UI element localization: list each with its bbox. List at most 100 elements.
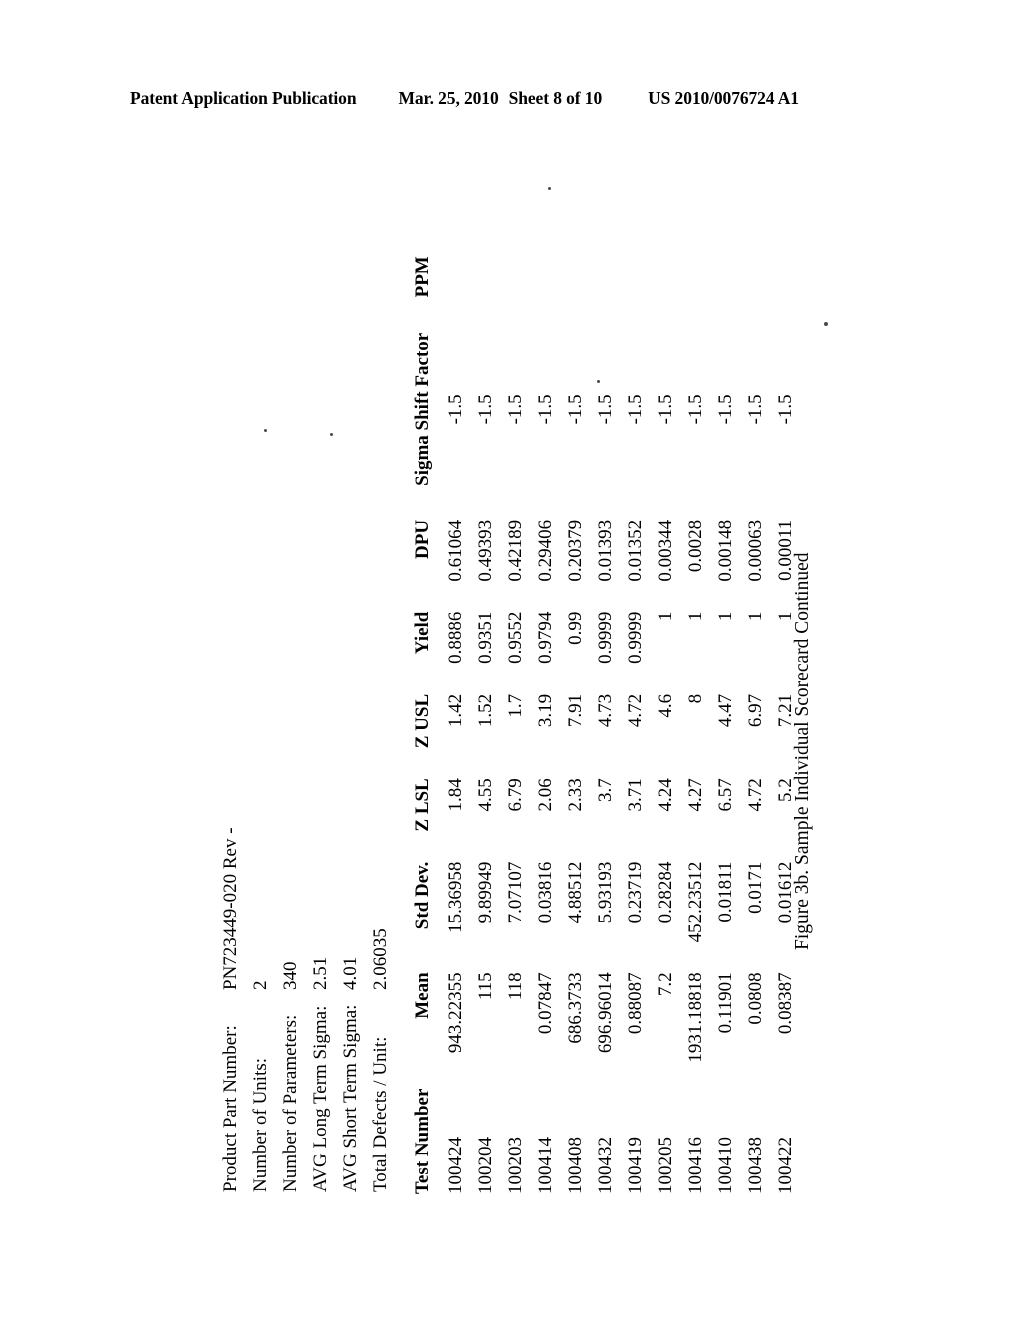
table-row: 100408 686.3733 4.88512 2.33 7.91 0.99 0… <box>561 251 591 1204</box>
summary-value: PN723449-020 Rev - <box>220 827 241 990</box>
summary-value: 2 <box>250 980 271 991</box>
cell-z-usl: 1.7 <box>505 693 526 718</box>
cell-mean: 0.88087 <box>625 972 646 1035</box>
cell-test-number: 100438 <box>745 1137 766 1194</box>
summary-label: AVG Short Term Sigma: <box>340 1004 361 1192</box>
cell-std-dev: 4.88512 <box>565 861 586 924</box>
cell-z-lsl: 4.24 <box>655 778 676 812</box>
cell-yield: 1 <box>655 611 676 622</box>
cell-mean: 115 <box>475 972 496 1001</box>
cell-test-number: 100410 <box>715 1137 736 1194</box>
table-row: 100416 1931.18818 452.23512 4.27 8 1 0.0… <box>681 251 711 1204</box>
cell-sigma-shift-factor: -1.5 <box>745 394 766 425</box>
table-row: 100410 0.11901 0.01811 6.57 4.47 1 0.001… <box>711 251 741 1204</box>
cell-mean: 0.07847 <box>535 972 556 1035</box>
cell-z-usl: 3.19 <box>535 693 556 728</box>
cell-dpu: 0.00148 <box>715 519 736 582</box>
cell-z-usl: 8 <box>685 693 706 704</box>
column-header-yield: Yield <box>412 611 433 655</box>
column-header-std-dev: Std Dev. <box>412 861 433 930</box>
cell-dpu: 0.61064 <box>445 519 466 582</box>
cell-std-dev: 0.28284 <box>655 861 676 924</box>
cell-test-number: 100205 <box>655 1137 676 1194</box>
cell-z-lsl: 2.06 <box>535 778 556 812</box>
cell-dpu: 0.42189 <box>505 519 526 582</box>
cell-ppm <box>681 251 711 303</box>
cell-ppm <box>651 251 681 303</box>
cell-z-lsl: 6.79 <box>505 778 526 812</box>
cell-test-number: 100408 <box>565 1137 586 1194</box>
cell-std-dev: 0.01811 <box>715 861 736 923</box>
cell-ppm <box>501 251 531 303</box>
table-row: 100419 0.88087 0.23719 3.71 4.72 0.9999 … <box>621 251 651 1204</box>
cell-std-dev: 9.89949 <box>475 861 496 924</box>
table-row: 100203 118 7.07107 6.79 1.7 0.9552 0.421… <box>501 251 531 1204</box>
cell-sigma-shift-factor: -1.5 <box>655 394 676 425</box>
column-header-z-lsl: Z LSL <box>412 778 433 832</box>
figure-caption: Figure 3b. Sample Individual Scorecard C… <box>792 552 813 950</box>
scan-speckle <box>264 429 267 432</box>
cell-yield: 0.9794 <box>535 611 556 664</box>
cell-dpu: 0.01352 <box>625 519 646 582</box>
cell-z-usl: 4.73 <box>595 693 616 728</box>
cell-sigma-shift-factor: -1.5 <box>475 394 496 425</box>
cell-z-lsl: 3.7 <box>595 778 616 803</box>
cell-std-dev: 15.36958 <box>445 861 466 933</box>
cell-sigma-shift-factor: -1.5 <box>565 394 586 425</box>
summary-value: 2.06035 <box>370 928 391 990</box>
cell-test-number: 100424 <box>445 1137 466 1194</box>
cell-z-lsl: 1.84 <box>445 778 466 812</box>
publication-date: Mar. 25, 2010 <box>398 88 499 108</box>
cell-mean: 0.08387 <box>775 972 796 1035</box>
scorecard-table-body: 100424 943.22355 15.36958 1.84 1.42 0.88… <box>441 251 801 1204</box>
cell-dpu: 0.0028 <box>685 519 706 573</box>
cell-test-number: 100204 <box>475 1137 496 1194</box>
cell-std-dev: 0.03816 <box>535 861 556 924</box>
cell-ppm <box>561 251 591 303</box>
scan-speckle <box>597 380 600 383</box>
column-header-sigma-shift-factor: Sigma Shift Factor <box>412 332 433 486</box>
cell-mean: 7.2 <box>655 972 676 997</box>
column-header-mean: Mean <box>412 972 433 1019</box>
summary-value: 340 <box>280 961 301 991</box>
column-header-z-usl: Z USL <box>412 693 433 749</box>
cell-sigma-shift-factor: -1.5 <box>595 394 616 425</box>
table-row: 100414 0.07847 0.03816 2.06 3.19 0.9794 … <box>531 251 561 1204</box>
cell-ppm <box>531 251 561 303</box>
cell-ppm <box>591 251 621 303</box>
cell-mean: 943.22355 <box>445 972 466 1054</box>
table-header-row: Test Number Mean Std Dev. Z LSL Z USL Yi… <box>408 251 441 1204</box>
summary-label: AVG Long Term Sigma: <box>310 1005 331 1192</box>
cell-mean: 118 <box>505 972 526 1001</box>
cell-z-usl: 4.6 <box>655 693 676 718</box>
summary-label: Number of Units: <box>250 1057 271 1192</box>
cell-ppm <box>741 251 771 303</box>
summary-row: AVG Short Term Sigma: 4.01 <box>336 827 366 1192</box>
table-row: 100438 0.0808 0.0171 4.72 6.97 1 0.00063… <box>741 251 771 1204</box>
scan-speckle <box>330 433 333 436</box>
table-row: 100205 7.2 0.28284 4.24 4.6 1 0.00344 -1… <box>651 251 681 1204</box>
cell-z-lsl: 2.33 <box>565 778 586 812</box>
summary-row: AVG Long Term Sigma: 2.51 <box>306 827 336 1192</box>
cell-yield: 0.99 <box>565 611 586 645</box>
cell-test-number: 100416 <box>685 1137 706 1194</box>
table-row: 100432 696.96014 5.93193 3.7 4.73 0.9999… <box>591 251 621 1204</box>
cell-z-lsl: 4.55 <box>475 778 496 812</box>
table-row: 100424 943.22355 15.36958 1.84 1.42 0.88… <box>441 251 471 1204</box>
cell-sigma-shift-factor: -1.5 <box>775 394 796 425</box>
page-header: Patent Application Publication Mar. 25, … <box>130 88 894 109</box>
cell-yield: 1 <box>715 611 736 622</box>
cell-test-number: 100414 <box>535 1137 556 1194</box>
summary-label: Number of Parameters: <box>280 1014 301 1192</box>
cell-std-dev: 0.23719 <box>625 861 646 924</box>
cell-yield: 0.9351 <box>475 611 496 664</box>
cell-sigma-shift-factor: -1.5 <box>625 394 646 425</box>
cell-dpu: 0.20379 <box>565 519 586 582</box>
scorecard-summary: Product Part Number: PN723449-020 Rev - … <box>216 827 396 1192</box>
cell-ppm <box>711 251 741 303</box>
cell-sigma-shift-factor: -1.5 <box>505 394 526 425</box>
cell-std-dev: 5.93193 <box>595 861 616 924</box>
cell-mean: 686.3733 <box>565 972 586 1044</box>
cell-ppm <box>771 251 801 303</box>
cell-z-lsl: 3.71 <box>625 778 646 812</box>
